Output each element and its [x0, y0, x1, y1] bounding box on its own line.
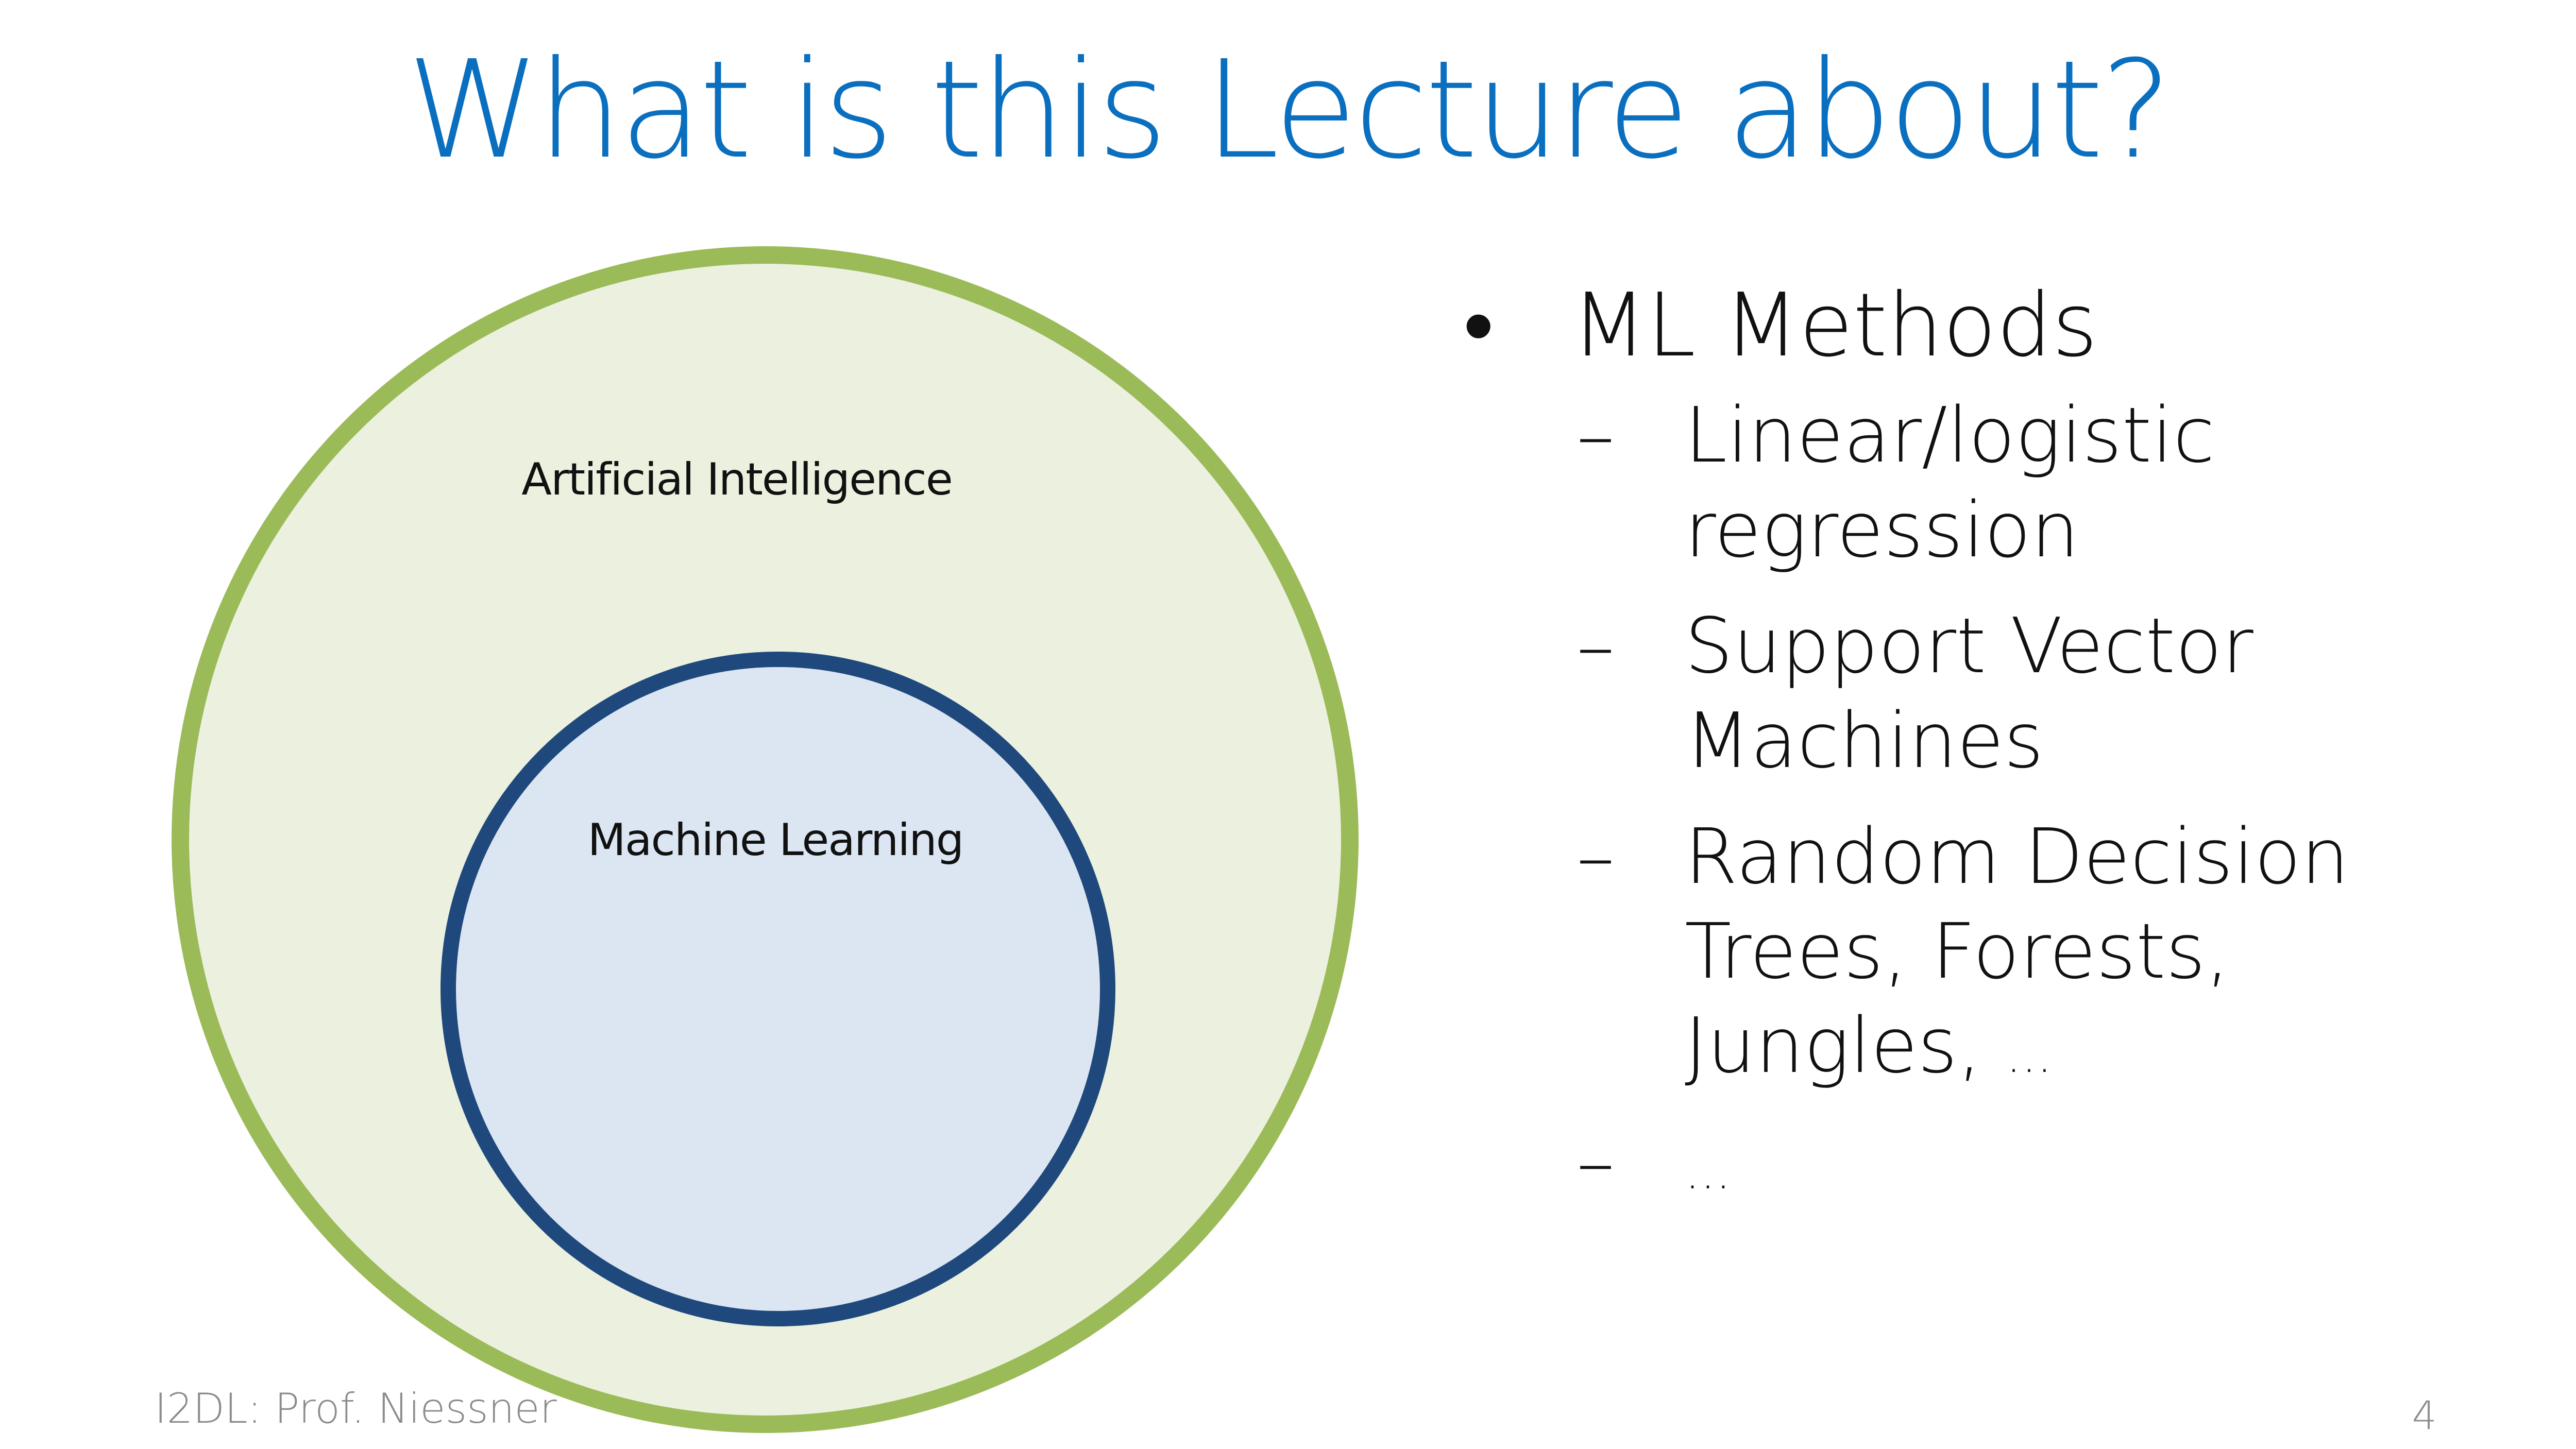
ellipsis: …: [1685, 1145, 1731, 1200]
page-number: 4: [2412, 1392, 2437, 1438]
sub-bullet-line: Linear/logistic: [1685, 391, 2215, 480]
bullet-main-label: ML Methods: [1571, 275, 2098, 377]
dash-icon: –: [1577, 1117, 1615, 1206]
sub-bullet-line: Jungles,: [1685, 1001, 1982, 1090]
sub-bullet-line: regression: [1685, 485, 2079, 574]
footer-course-label: I2DL: Prof. Niessner: [155, 1385, 557, 1433]
sub-bullet-line: Support Vector: [1685, 602, 2253, 691]
bullet-ml-methods: • ML Methods: [1453, 273, 2535, 378]
sub-bullet-trees: – Random Decision Trees, Forests, Jungle…: [1453, 810, 2535, 1094]
ml-label: Machine Learning: [588, 814, 963, 866]
sub-bullet-svm: – Support Vector Machines: [1453, 599, 2535, 788]
sub-bullet-list: – Linear/logistic regression – Support V…: [1453, 388, 2535, 1209]
dash-icon: –: [1577, 391, 1615, 480]
sub-bullet-more: – …: [1453, 1115, 2535, 1210]
bullet-list: • ML Methods – Linear/logistic regressio…: [1453, 273, 2535, 1231]
dash-icon: –: [1577, 602, 1615, 691]
ml-circle: [440, 652, 1115, 1326]
bullet-dot-icon: •: [1463, 275, 1494, 377]
dash-icon: –: [1577, 812, 1615, 901]
sub-bullet-linear: – Linear/logistic regression: [1453, 388, 2535, 577]
sub-bullet-line: Machines: [1685, 696, 2044, 785]
ellipsis: …: [2006, 1029, 2053, 1084]
sub-bullet-line: Random Decision: [1685, 812, 2349, 901]
ai-label: Artificial Intelligence: [521, 454, 952, 505]
sub-bullet-line: Trees, Forests,: [1685, 907, 2230, 996]
